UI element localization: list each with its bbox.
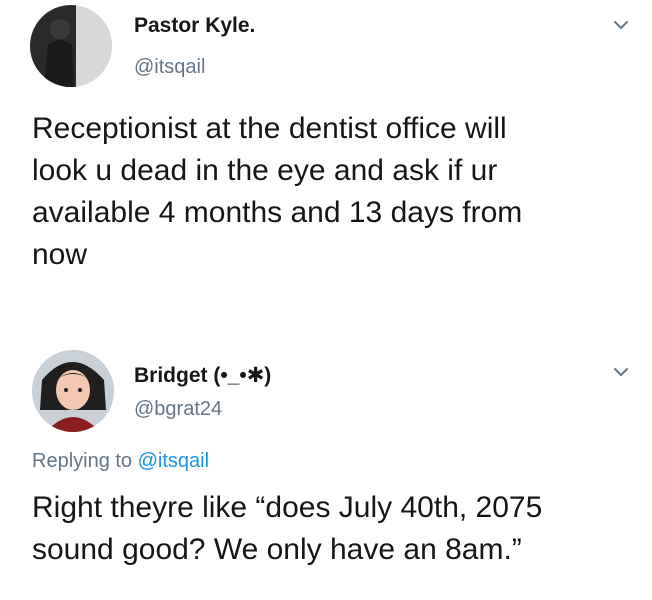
replying-to-mention[interactable]: @itsqail [138, 450, 209, 472]
tweet-reply: Bridget (•_•✱) @bgrat24 Replying to @its… [0, 335, 652, 600]
display-name[interactable]: Bridget (•_•✱) [134, 363, 271, 388]
avatar[interactable] [30, 5, 112, 87]
replying-to-line: Replying to @itsqail [32, 450, 209, 473]
chevron-down-icon[interactable] [610, 14, 632, 36]
tweet-text: Right theyre like “does July 40th, 2075 … [32, 491, 543, 566]
display-name[interactable]: Pastor Kyle. [134, 14, 255, 38]
chevron-down-icon[interactable] [610, 361, 632, 383]
user-handle[interactable]: @itsqail [134, 56, 205, 79]
user-handle[interactable]: @bgrat24 [134, 398, 222, 421]
replying-to-label: Replying to [32, 450, 133, 472]
user-avatar-icon [30, 5, 112, 87]
tweet-text: Receptionist at the dentist office will … [32, 112, 523, 271]
tweet-original: Pastor Kyle. @itsqail Receptionist at th… [0, 0, 652, 320]
user-avatar-icon [32, 350, 114, 432]
avatar[interactable] [32, 350, 114, 432]
